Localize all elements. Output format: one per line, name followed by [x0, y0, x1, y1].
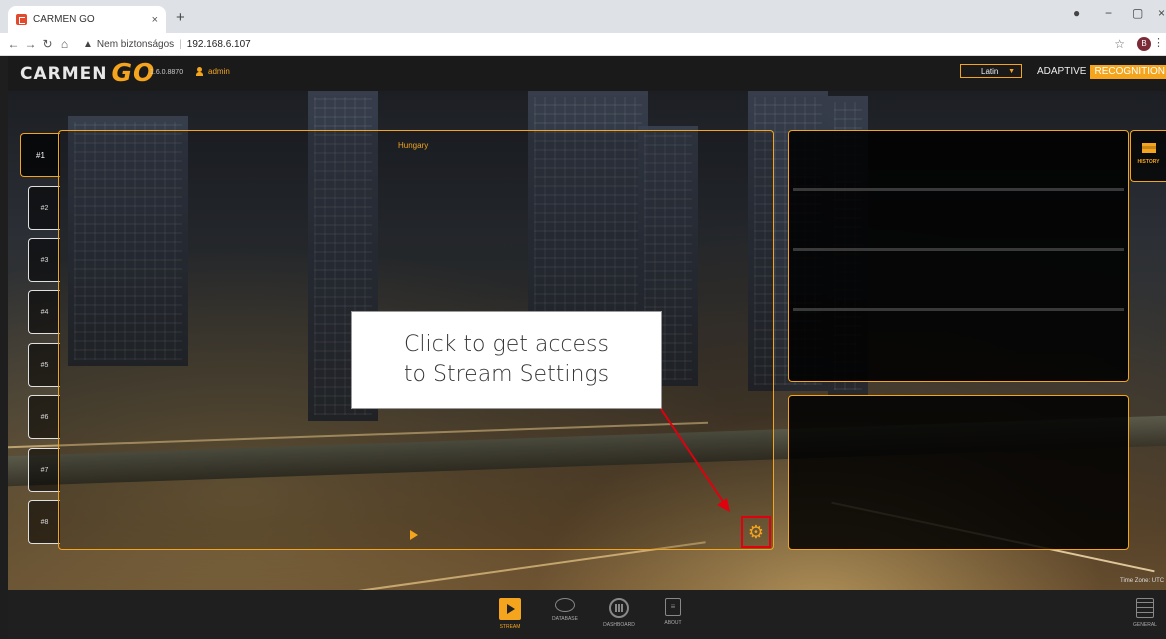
camera-tab-7[interactable]: #7: [28, 448, 60, 492]
dashboard-icon: [609, 598, 629, 618]
nav-about[interactable]: ≡ ABOUT: [654, 598, 692, 626]
bookmark-star-icon[interactable]: ☆: [1114, 37, 1125, 51]
camera-tab-5[interactable]: #5: [28, 343, 60, 387]
result-detail-panel: [788, 395, 1129, 550]
timezone-label: Time Zone: UTC: [1120, 578, 1165, 584]
nav-general[interactable]: GENERAL: [1128, 598, 1162, 628]
play-icon[interactable]: [410, 530, 418, 540]
address-bar: ← → ↻ ⌂ ▲ Nem biztonságos | 192.168.6.10…: [0, 33, 1166, 56]
carmen-go-app: CARMEN GO 1.6.0.8870 admin Latin ▼ ADAPT…: [8, 56, 1166, 639]
history-button[interactable]: HISTORY: [1130, 130, 1166, 182]
recognition-results-panel: [788, 130, 1129, 382]
callout-line1: Click to get access: [404, 332, 609, 357]
adaptive-recognition-logo: ADAPTIVE RECOGNITION: [1033, 65, 1166, 79]
browser-account-icon[interactable]: ●: [1073, 6, 1080, 20]
nav-about-label: ABOUT: [664, 620, 682, 626]
carmen-favicon-icon: [16, 14, 27, 25]
minimize-icon[interactable]: −: [1105, 6, 1112, 20]
url-separator: |: [179, 38, 182, 50]
tab-title: CARMEN GO: [33, 14, 95, 25]
result-row: [793, 191, 1124, 251]
history-icon: [1141, 143, 1156, 153]
callout-box: Click to get access to Stream Settings: [351, 311, 662, 409]
logo-text: CARMEN: [20, 64, 108, 84]
result-row: [793, 131, 1124, 191]
nav-dashboard-label: DASHBOARD: [603, 622, 635, 628]
app-header: CARMEN GO 1.6.0.8870 admin Latin ▼ ADAPT…: [8, 56, 1166, 91]
username: admin: [208, 67, 230, 76]
browser-tab[interactable]: CARMEN GO ×: [8, 6, 166, 33]
app-version: 1.6.0.8870: [150, 69, 184, 76]
camera-tab-8[interactable]: #8: [28, 500, 60, 544]
carmen-go-logo: CARMEN GO: [20, 58, 156, 87]
camera-tab-6[interactable]: #6: [28, 395, 60, 439]
general-settings-icon: [1136, 598, 1154, 618]
user-icon: [196, 67, 203, 76]
new-tab-button[interactable]: +: [176, 9, 185, 26]
profile-avatar[interactable]: B: [1137, 37, 1151, 51]
language-select[interactable]: Latin ▼: [960, 64, 1022, 78]
camera-tab-1[interactable]: #1: [20, 133, 60, 177]
nav-stream-label: STREAM: [499, 624, 521, 630]
forward-icon[interactable]: →: [22, 37, 39, 51]
close-window-icon[interactable]: ×: [1158, 6, 1165, 20]
brand-part2: RECOGNITION: [1090, 65, 1166, 79]
stream-settings-button[interactable]: ⚙: [741, 516, 771, 548]
gear-icon: ⚙: [747, 522, 765, 542]
bottom-navigation: STREAM DATABASE DASHBOARD ≡ ABOUT GENERA…: [8, 590, 1166, 639]
camera-tab-3[interactable]: #3: [28, 238, 60, 282]
result-row: [793, 251, 1124, 311]
database-icon: [555, 598, 575, 612]
nav-stream[interactable]: STREAM: [491, 598, 529, 630]
chevron-down-icon: ▼: [1008, 67, 1015, 75]
back-icon[interactable]: ←: [5, 37, 22, 51]
nav-dashboard[interactable]: DASHBOARD: [600, 598, 638, 628]
camera-tab-4[interactable]: #4: [28, 290, 60, 334]
security-label: Nem biztonságos: [96, 38, 175, 50]
logo-go: GO: [111, 58, 156, 87]
warning-icon: ▲: [83, 38, 93, 50]
url-field[interactable]: ▲ Nem biztonságos | 192.168.6.107: [83, 39, 251, 50]
browser-menu-icon[interactable]: ⋮: [1153, 36, 1164, 49]
url-text: 192.168.6.107: [186, 38, 251, 50]
reload-icon[interactable]: ↻: [39, 37, 56, 51]
nav-database-label: DATABASE: [552, 616, 578, 622]
stream-country: Hungary: [398, 141, 429, 150]
stream-icon: [499, 598, 521, 620]
browser-tab-bar: CARMEN GO × + ● − ▢ ×: [0, 0, 1166, 33]
brand-part1: ADAPTIVE: [1037, 66, 1087, 77]
tab-close-button[interactable]: ×: [152, 14, 158, 26]
language-value: Latin: [981, 66, 999, 76]
history-label: HISTORY: [1137, 159, 1160, 165]
home-icon[interactable]: ⌂: [56, 37, 73, 51]
user-menu[interactable]: admin: [196, 67, 230, 76]
callout-line2: to Stream Settings: [403, 362, 610, 387]
nav-general-label: GENERAL: [1133, 622, 1157, 628]
maximize-icon[interactable]: ▢: [1132, 6, 1143, 20]
nav-database[interactable]: DATABASE: [546, 598, 584, 622]
about-icon: ≡: [665, 598, 681, 616]
camera-tab-2[interactable]: #2: [28, 186, 60, 230]
